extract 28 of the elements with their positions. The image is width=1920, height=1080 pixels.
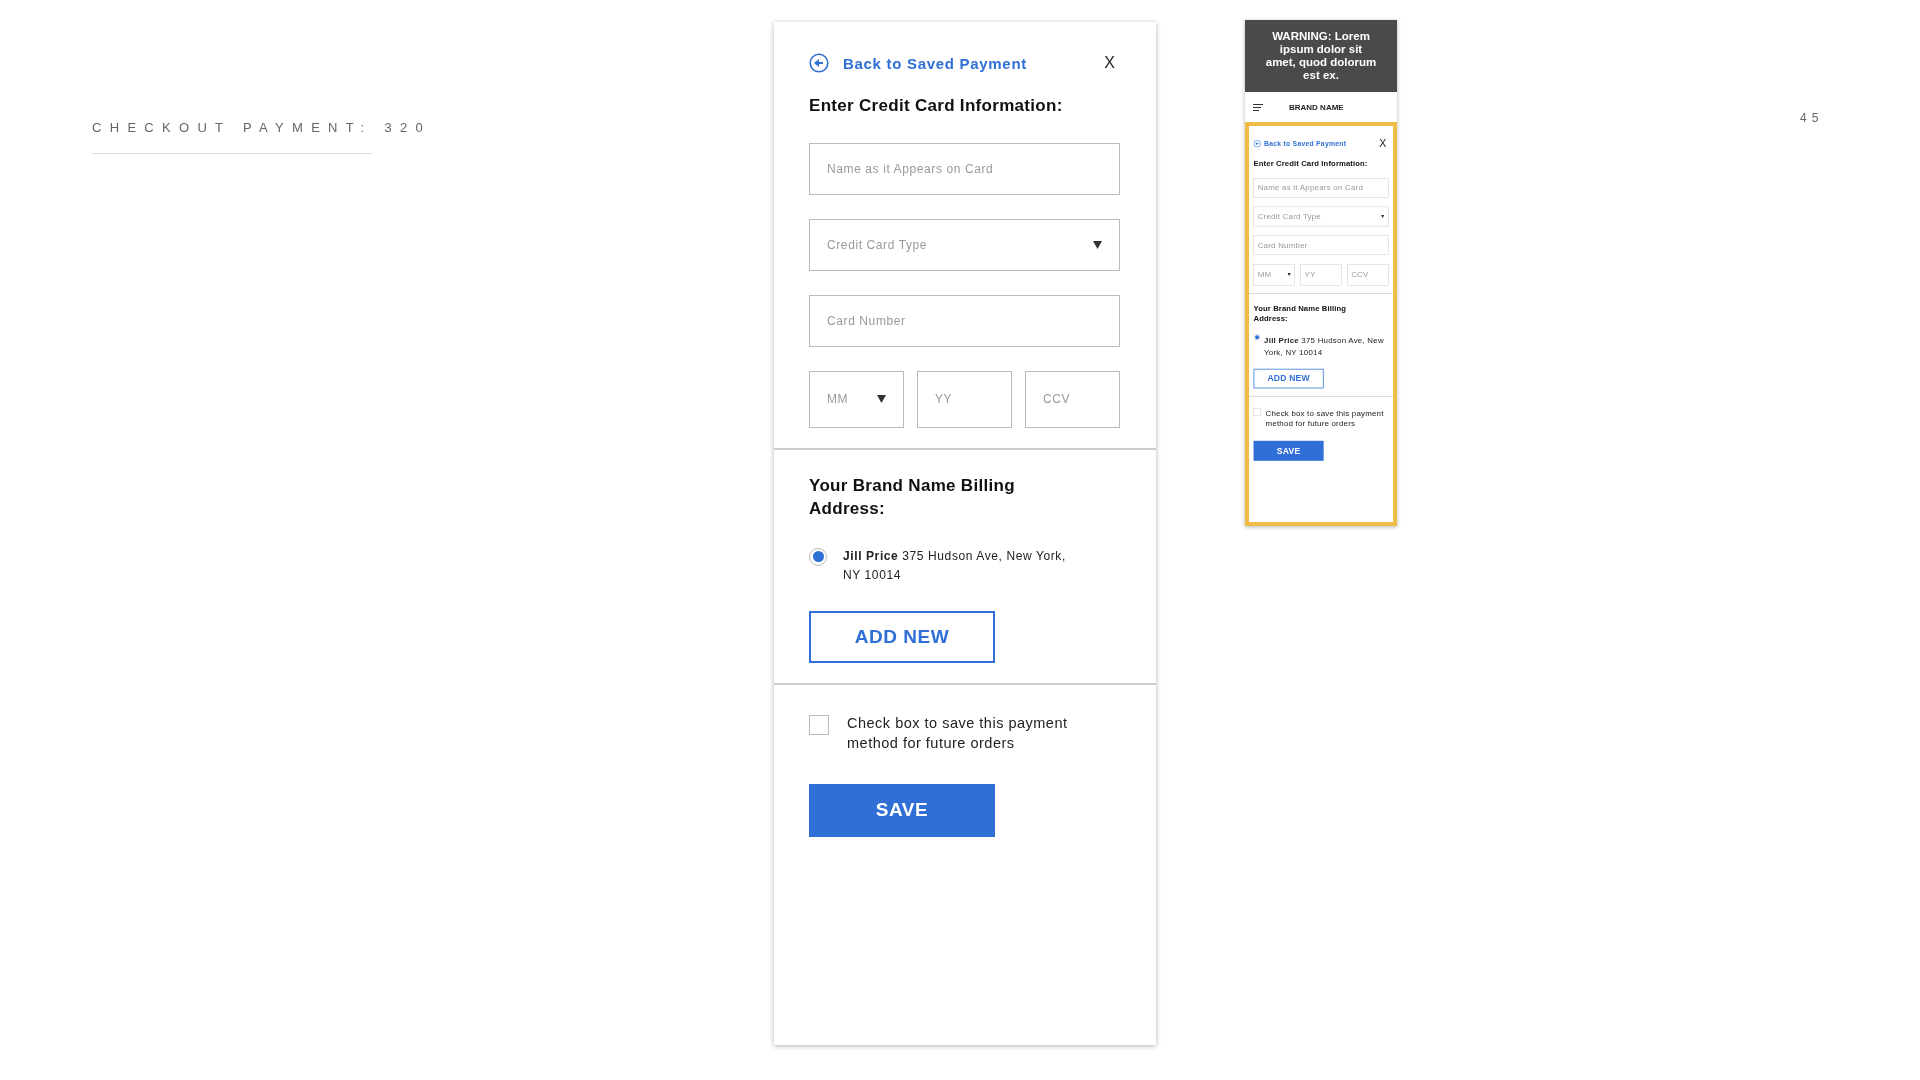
radio-button[interactable] xyxy=(1253,333,1261,341)
checkbox[interactable] xyxy=(809,715,829,736)
input-field[interactable]: YY xyxy=(917,370,1012,428)
input-field[interactable]: Name as it Appears on Card xyxy=(809,142,1120,195)
save-button[interactable]: SAVE xyxy=(809,783,995,837)
add-new-button[interactable]: ADD NEW xyxy=(1253,368,1324,389)
billing-heading: Your Brand Name Billing Address: xyxy=(809,474,1016,520)
brand-name: BRAND NAME xyxy=(1289,102,1344,112)
caret-icon xyxy=(877,395,886,404)
add-new-button[interactable]: ADD NEW xyxy=(809,611,995,664)
input-field[interactable]: CCV xyxy=(1025,370,1120,428)
dropdown-field[interactable]: MM xyxy=(809,370,904,428)
checkbox-label: Check box to save this payment method for future orders xyxy=(847,714,1069,754)
warning-banner: WARNING: Lorem ipsum dolor sit amet, quod dolorum est ex. xyxy=(1245,20,1397,92)
caret-icon xyxy=(1380,214,1385,218)
back-link[interactable]: Back to Saved Payment xyxy=(809,53,1027,73)
caret-icon xyxy=(1287,273,1291,277)
caret-icon xyxy=(1093,240,1102,249)
slide-title: CHECKOUT PAYMENT: 320 xyxy=(92,120,432,135)
page-number: 45 xyxy=(1800,111,1824,125)
address-text: Jill Price 375 Hudson Ave, New York, NY 10014 xyxy=(843,547,1067,584)
close-button[interactable]: X xyxy=(1376,137,1389,150)
close-button[interactable]: X xyxy=(1098,54,1121,72)
input-field[interactable]: Card Number xyxy=(809,294,1120,347)
menu-icon[interactable] xyxy=(1253,103,1263,111)
form-heading: Enter Credit Card Information: xyxy=(809,95,1064,117)
dropdown-field[interactable]: Credit Card Type xyxy=(809,218,1120,271)
save-button[interactable]: SAVE xyxy=(1253,440,1324,461)
